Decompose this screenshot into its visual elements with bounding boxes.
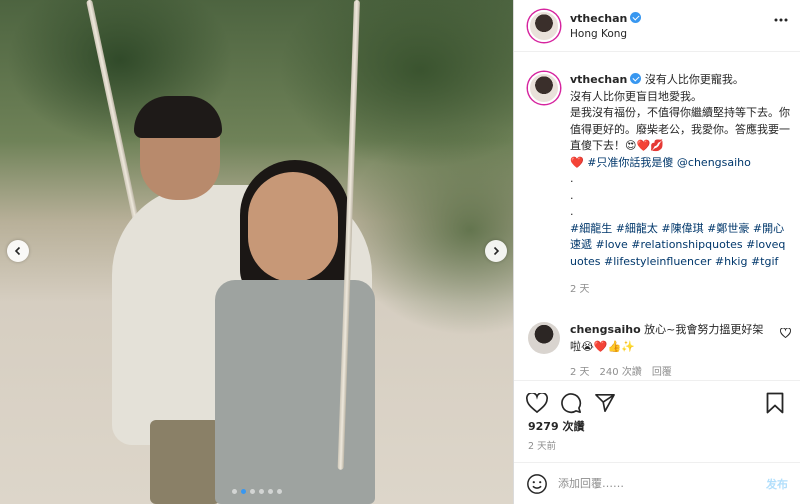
comment-button[interactable] [560, 389, 594, 417]
caption-time: 2 天 [570, 284, 590, 295]
verified-badge-icon [630, 11, 642, 23]
caption-line: 沒有人比你更寵我。 [644, 73, 744, 86]
author-avatar[interactable] [528, 9, 560, 42]
previous-photo-button[interactable] [7, 240, 29, 262]
post-location[interactable]: Hong Kong [570, 28, 641, 40]
like-button[interactable] [526, 389, 560, 417]
photo-pager [0, 489, 513, 494]
caption-author-username[interactable]: vthechan [570, 73, 627, 86]
comment-time: 2 天 [570, 367, 590, 378]
pager-dot [240, 489, 246, 494]
caption-tags[interactable]: #只准你話我是傻 @chengsaiho [584, 156, 751, 169]
verified-badge-icon [630, 73, 642, 84]
author-username[interactable]: vthechan [570, 12, 627, 25]
comment-bubble-icon [561, 393, 582, 414]
photo-figure [215, 280, 375, 504]
post-caption: vthechan 沒有人比你更寵我。 沒有人比你更盲目地愛我。 是我沒有福份，不… [528, 72, 793, 299]
more-options-icon[interactable] [774, 18, 788, 22]
comment-item: chengsaiho 放心~我會努力搵更好架啦😭❤️👍✨ 2 天 240 次讚 … [528, 322, 793, 378]
photo-figure [134, 96, 222, 138]
post-photo [0, 0, 513, 504]
like-count[interactable]: 9279 次讚 [528, 418, 584, 434]
comment-like-heart-icon[interactable] [780, 328, 791, 338]
caption-line: ❤️ [570, 155, 584, 169]
pager-dot [249, 489, 255, 494]
post-timestamp[interactable]: 2 天前 [528, 438, 556, 452]
caption-hashtags[interactable]: #細龍生 #細龍太 #陳偉琪 #鄭世豪 #開心速遞 #love #relatio… [570, 221, 792, 271]
post-comment-button[interactable]: 发布 [766, 476, 788, 492]
heart-icon [526, 393, 548, 413]
commenter-username[interactable]: chengsaiho [570, 323, 641, 336]
comment-reply-button[interactable]: 回覆 [652, 363, 672, 378]
caption-line: 沒有人比你更盲目地愛我。 [570, 89, 702, 103]
pager-dot [276, 489, 282, 494]
bookmark-icon [766, 392, 784, 414]
share-send-icon [595, 394, 615, 412]
post-header: vthechan Hong Kong [514, 0, 800, 52]
caption-dot: . [570, 172, 574, 185]
emoji-smiley-icon[interactable] [526, 473, 548, 495]
caption-line: 是我沒有福份，不值得你繼續堅持等下去。你值得更好的。廢柴老公，我愛你。答應我要一… [570, 106, 790, 152]
caption-dot: . [570, 205, 574, 218]
chevron-right-icon [493, 246, 500, 256]
pager-dot [258, 489, 264, 494]
chevron-left-icon [14, 246, 21, 256]
photo-figure [248, 172, 338, 282]
next-photo-button[interactable] [485, 240, 507, 262]
comment-likes[interactable]: 240 次讚 [600, 363, 642, 378]
comment-input[interactable] [558, 477, 756, 490]
caption-author-avatar[interactable] [528, 72, 560, 104]
caption-dot: . [570, 188, 574, 202]
add-comment-bar: 发布 [514, 462, 800, 504]
post-actions [514, 380, 800, 417]
pager-dot [231, 489, 237, 494]
post-panel: vthechan Hong Kong vthechan 沒有人比你更寵我。 沒有… [513, 0, 800, 504]
share-button[interactable] [594, 389, 628, 417]
save-button[interactable] [766, 389, 788, 417]
pager-dot [267, 489, 273, 494]
commenter-avatar[interactable] [528, 322, 560, 354]
